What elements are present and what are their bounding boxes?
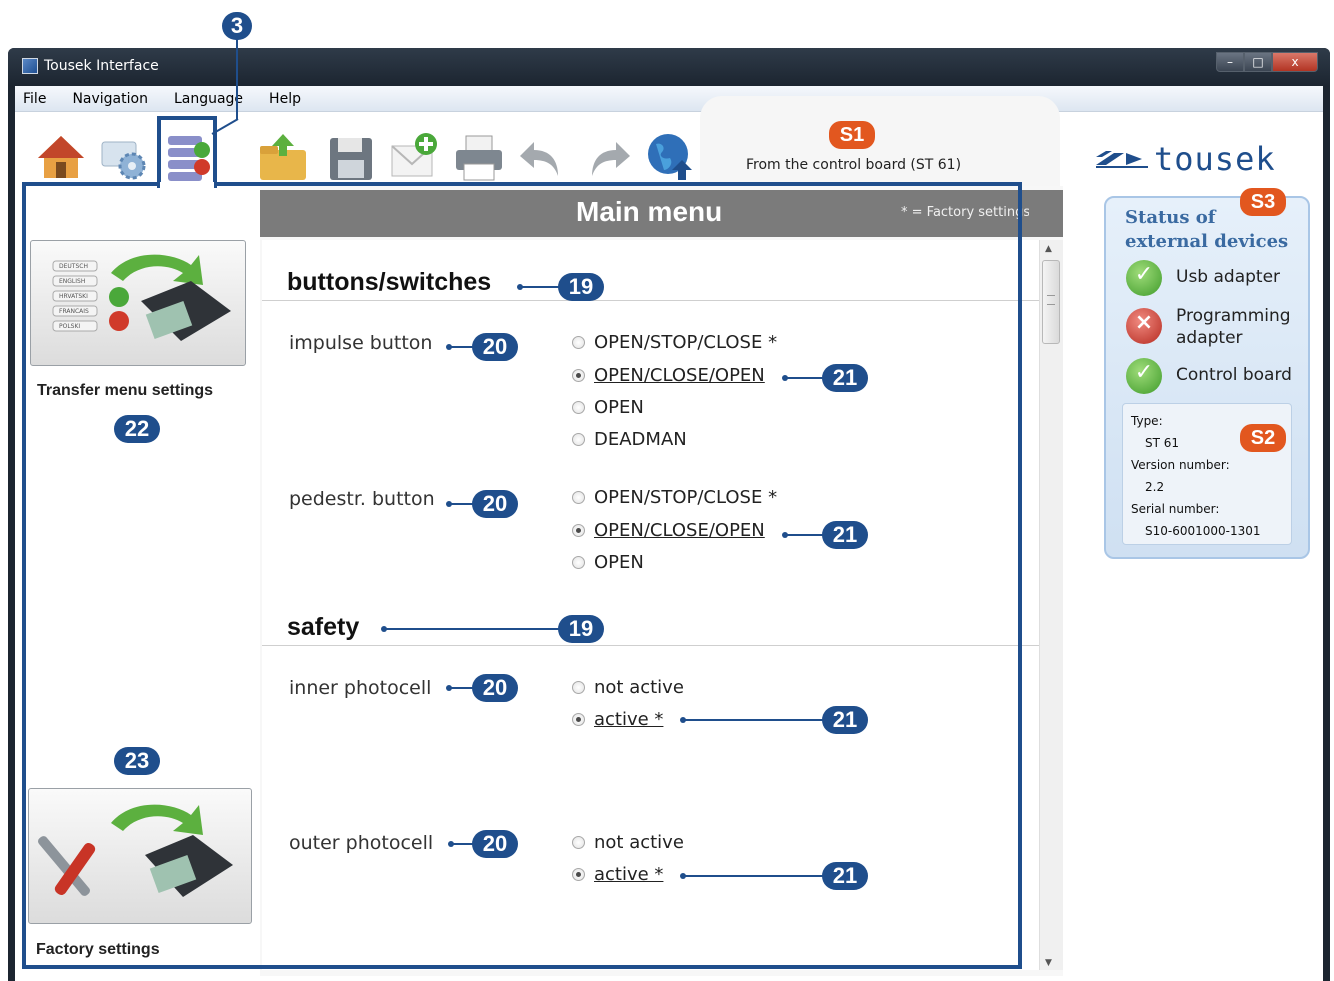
- window-title: Tousek Interface: [44, 58, 159, 74]
- callout-line: [683, 875, 827, 877]
- callout-badge-s3: S3: [1240, 188, 1286, 216]
- callout-badge-20: 20: [472, 333, 518, 361]
- callout-line: [384, 628, 564, 630]
- minimize-button[interactable]: –: [1216, 52, 1244, 72]
- callout-badge-21: 21: [822, 364, 868, 392]
- home-icon[interactable]: [34, 130, 88, 184]
- menu-file[interactable]: File: [19, 89, 50, 109]
- callout-badge-s1: S1: [829, 121, 875, 149]
- scroll-down-icon[interactable]: ▼: [1045, 958, 1052, 968]
- print-icon[interactable]: [452, 132, 506, 186]
- undo-icon[interactable]: [516, 132, 570, 186]
- callout-badge-3: 3: [222, 12, 252, 40]
- callout-badge-22: 22: [114, 415, 160, 443]
- callout-badge-21: 21: [822, 706, 868, 734]
- callout-outline-menu-icon: [157, 116, 217, 188]
- close-button[interactable]: x: [1272, 52, 1318, 72]
- serial-value: S10-6001000-1301: [1145, 524, 1261, 538]
- type-label: Type:: [1131, 414, 1163, 428]
- outline-gap: [160, 182, 214, 190]
- globe-icon[interactable]: [644, 130, 698, 184]
- callout-line: [785, 534, 827, 536]
- device-control-board: Control board: [1176, 365, 1292, 385]
- app-icon: [22, 58, 38, 74]
- callout-badge-19: 19: [558, 615, 604, 643]
- check-icon: ✓: [1126, 260, 1162, 296]
- callout-badge-23: 23: [114, 747, 160, 775]
- maximize-button[interactable]: □: [1244, 52, 1272, 72]
- redo-icon[interactable]: [580, 132, 634, 186]
- callout-badge-21: 21: [822, 862, 868, 890]
- vertical-scrollbar[interactable]: [1039, 240, 1063, 970]
- serial-label: Serial number:: [1131, 502, 1220, 516]
- new-mail-icon[interactable]: [388, 130, 442, 184]
- logo-mark-icon: [1096, 151, 1148, 168]
- device-usb-adapter: Usb adapter: [1176, 267, 1281, 287]
- callout-badge-21: 21: [822, 521, 868, 549]
- screenshot-stage: Tousek Interface – □ x File Navigation L…: [0, 0, 1334, 981]
- check-icon: ✓: [1126, 358, 1162, 394]
- settings-icon[interactable]: [96, 130, 150, 184]
- callout-line: [520, 286, 562, 288]
- open-folder-icon[interactable]: [256, 132, 310, 186]
- device-programming-adapter: Programming adapter: [1176, 306, 1291, 348]
- title-bar[interactable]: Tousek Interface – □ x: [8, 48, 1330, 86]
- callout-line: [785, 377, 827, 379]
- scroll-grip-icon: [1047, 295, 1055, 305]
- save-icon[interactable]: [324, 132, 378, 186]
- tousek-logo: tousek: [1094, 140, 1276, 178]
- callout-badge-19: 19: [558, 273, 604, 301]
- callout-badge-s2: S2: [1240, 424, 1286, 452]
- source-text: From the control board (ST 61): [746, 157, 962, 173]
- callout-badge-20: 20: [472, 674, 518, 702]
- version-value: 2.2: [1145, 480, 1165, 494]
- callout-outline-main-area: [22, 182, 1022, 969]
- callout-badge-20: 20: [472, 490, 518, 518]
- error-icon: ×: [1126, 308, 1162, 344]
- logo-text: tousek: [1154, 140, 1276, 178]
- menu-help[interactable]: Help: [265, 89, 305, 109]
- menu-navigation[interactable]: Navigation: [68, 89, 152, 109]
- callout-badge-20: 20: [472, 830, 518, 858]
- scroll-up-icon[interactable]: ▲: [1045, 244, 1052, 254]
- type-value: ST 61: [1145, 436, 1180, 450]
- callout-line: [236, 36, 238, 120]
- version-label: Version number:: [1131, 458, 1230, 472]
- callout-line: [683, 719, 827, 721]
- menu-bar: File Navigation Language Help: [15, 86, 1323, 112]
